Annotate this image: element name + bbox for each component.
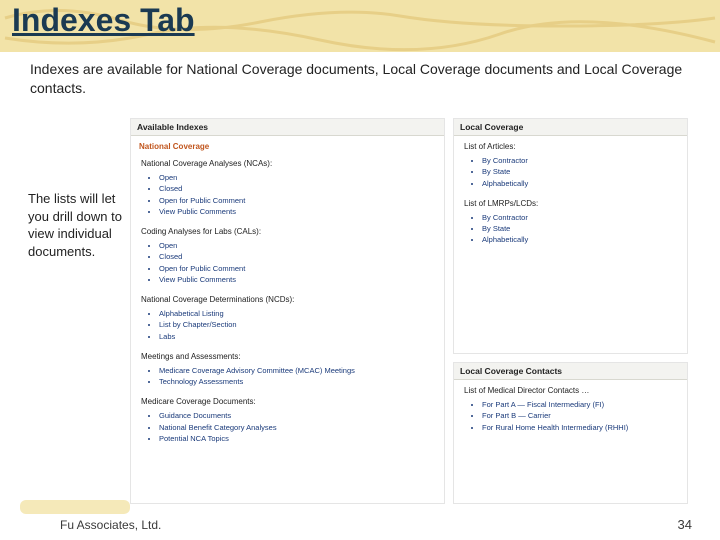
local-coverage-contacts-panel: Local Coverage Contacts List of Medical … (453, 362, 688, 504)
group-label: List of Articles: (454, 136, 687, 153)
list-item[interactable]: For Part B — Carrier (482, 410, 687, 421)
group-list: Alphabetical ListingList by Chapter/Sect… (159, 308, 444, 342)
page-number: 34 (678, 517, 692, 532)
list-item[interactable]: For Rural Home Health Intermediary (RHHI… (482, 422, 687, 433)
group-list: Medicare Coverage Advisory Committee (MC… (159, 365, 444, 388)
list-item[interactable]: By Contractor (482, 212, 687, 223)
list-item[interactable]: Alphabetically (482, 178, 687, 189)
group-list: Guidance DocumentsNational Benefit Categ… (159, 410, 444, 444)
list-item[interactable]: By Contractor (482, 155, 687, 166)
slide-title: Indexes Tab (12, 2, 195, 39)
list-item[interactable]: Labs (159, 331, 444, 342)
list-item[interactable]: Open (159, 172, 444, 183)
local-coverage-panel: Local Coverage List of Articles: By Contr… (453, 118, 688, 354)
group-label: National Coverage Determinations (NCDs): (131, 289, 444, 306)
group-label: Meetings and Assessments: (131, 346, 444, 363)
panel-title: Local Coverage (454, 119, 687, 136)
list-item[interactable]: Open for Public Comment (159, 263, 444, 274)
panel-title: Local Coverage Contacts (454, 363, 687, 380)
list-item[interactable]: Technology Assessments (159, 376, 444, 387)
list-item[interactable]: Guidance Documents (159, 410, 444, 421)
available-indexes-panel: Available Indexes National Coverage Nati… (130, 118, 445, 504)
list-item[interactable]: Closed (159, 251, 444, 262)
panel-title: Available Indexes (131, 119, 444, 136)
footer-company: Fu Associates, Ltd. (60, 518, 161, 532)
group-list: OpenClosedOpen for Public CommentView Pu… (159, 172, 444, 217)
intro-text: Indexes are available for National Cover… (30, 60, 690, 98)
section-head-national: National Coverage (131, 136, 444, 153)
group-list: OpenClosedOpen for Public CommentView Pu… (159, 240, 444, 285)
list-item[interactable]: Alphabetical Listing (159, 308, 444, 319)
list-item[interactable]: Alphabetically (482, 234, 687, 245)
list-item[interactable]: Open (159, 240, 444, 251)
list-item[interactable]: List by Chapter/Section (159, 319, 444, 330)
list-item[interactable]: By State (482, 166, 687, 177)
list-item[interactable]: Medicare Coverage Advisory Committee (MC… (159, 365, 444, 376)
group-label: List of LMRPs/LCDs: (454, 193, 687, 210)
footer-swash (20, 500, 130, 514)
list-item[interactable]: National Benefit Category Analyses (159, 422, 444, 433)
group-label: National Coverage Analyses (NCAs): (131, 153, 444, 170)
group-list: For Part A — Fiscal Intermediary (FI)For… (482, 399, 687, 433)
right-column: Local Coverage List of Articles: By Contr… (453, 118, 688, 504)
group-label: Coding Analyses for Labs (CALs): (131, 221, 444, 238)
group-list: By ContractorBy StateAlphabetically (482, 212, 687, 246)
list-item[interactable]: View Public Comments (159, 206, 444, 217)
list-item[interactable]: For Part A — Fiscal Intermediary (FI) (482, 399, 687, 410)
screenshot-area: Available Indexes National Coverage Nati… (130, 118, 690, 504)
list-item[interactable]: Open for Public Comment (159, 195, 444, 206)
list-item[interactable]: View Public Comments (159, 274, 444, 285)
list-item[interactable]: Potential NCA Topics (159, 433, 444, 444)
list-item[interactable]: Closed (159, 183, 444, 194)
list-item[interactable]: By State (482, 223, 687, 234)
group-label: Medicare Coverage Documents: (131, 391, 444, 408)
group-list: By ContractorBy StateAlphabetically (482, 155, 687, 189)
group-label: List of Medical Director Contacts … (454, 380, 687, 397)
side-note: The lists will let you drill down to vie… (28, 190, 122, 260)
